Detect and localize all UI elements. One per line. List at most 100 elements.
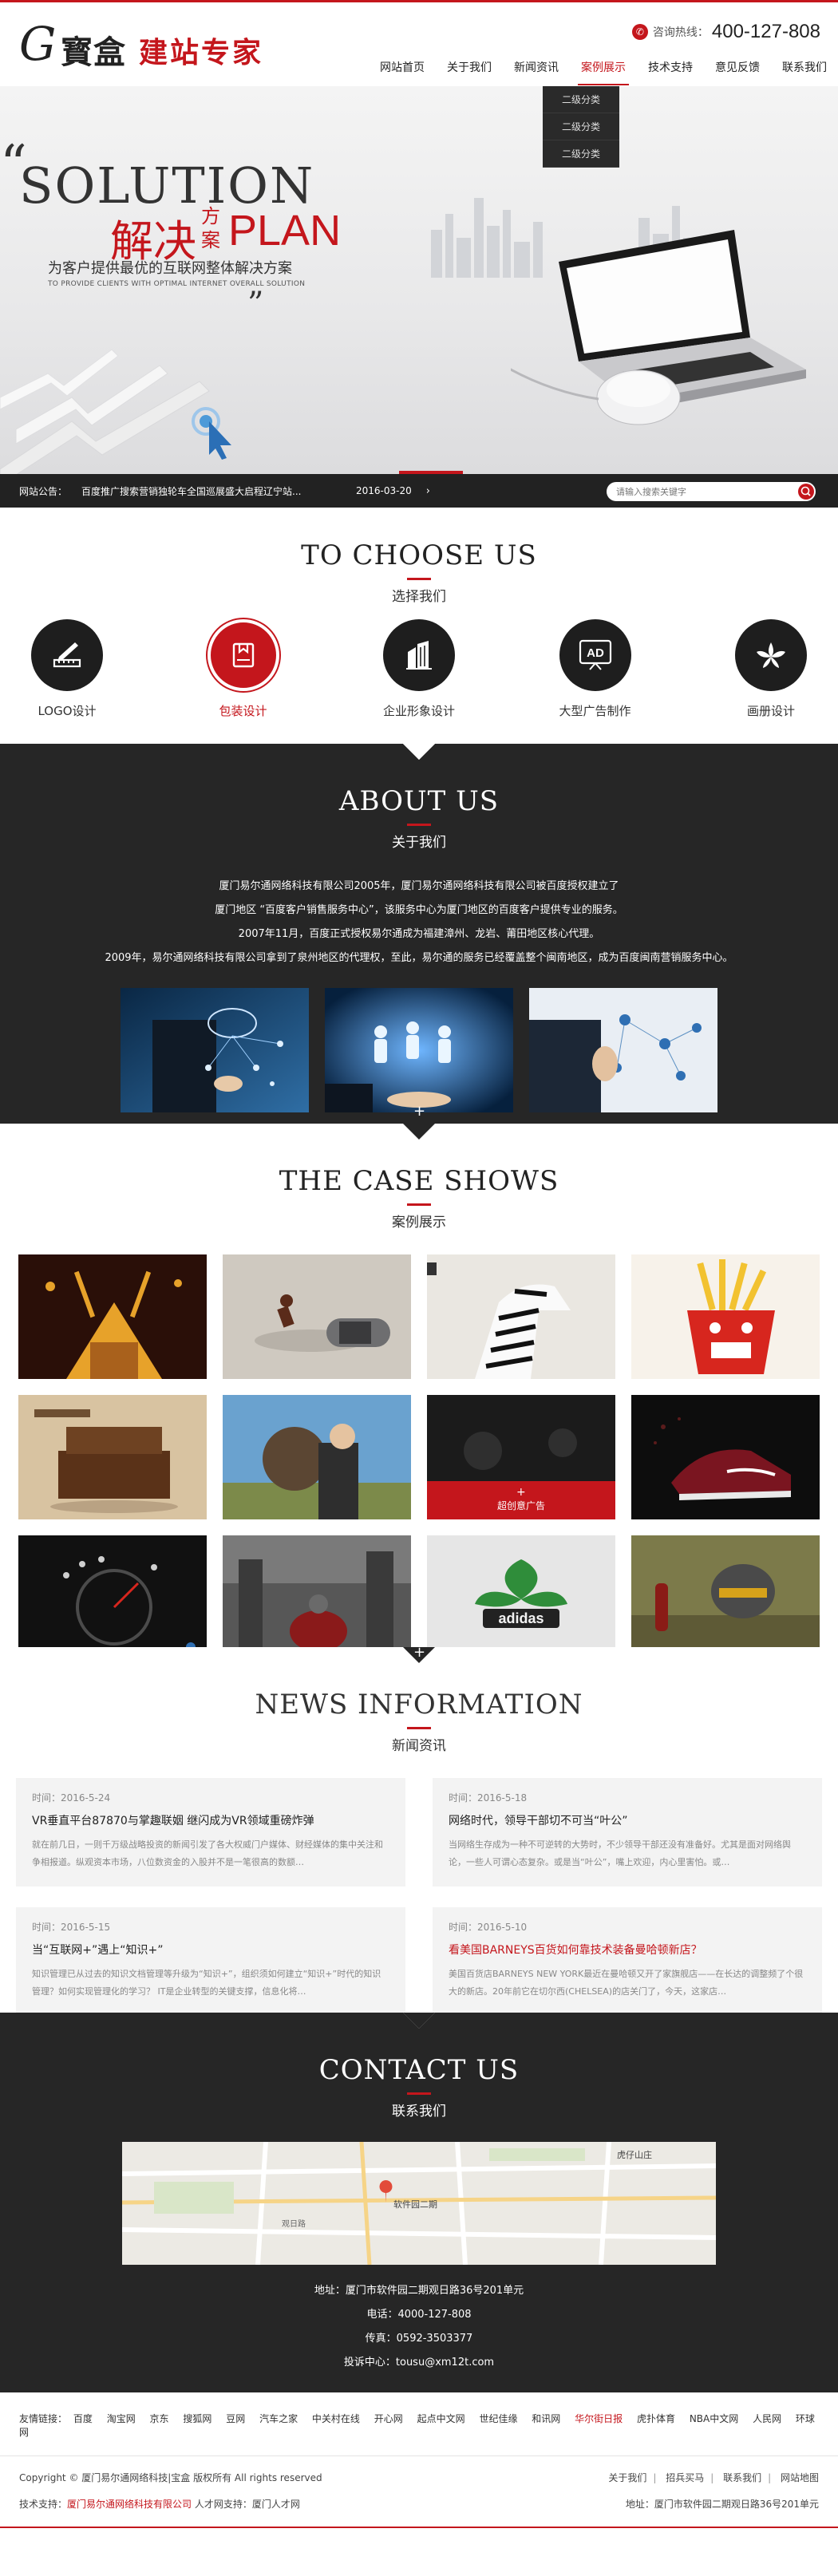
dropdown-item[interactable]: 二级分类: [543, 113, 619, 140]
case-item-coke-robot[interactable]: [631, 1535, 820, 1660]
case-item-nike-shoe[interactable]: [631, 1395, 820, 1519]
friend-link[interactable]: 和讯网: [532, 2413, 560, 2424]
notice-next-arrow-icon[interactable]: ›: [426, 485, 430, 497]
contact-address: 地址：厦门市软件园二期观日路36号201单元: [314, 2285, 524, 2297]
banner-subtitle: 为客户提供最优的互联网整体解决方案: [48, 260, 292, 277]
ruler-pencil-icon: [31, 619, 103, 691]
case-item-adidas-art[interactable]: adidas: [427, 1535, 615, 1660]
news-card[interactable]: 时间：2016-5-15 当“互联网+”遇上“知识+” 知识管理已从过去的知识文…: [16, 1907, 405, 2016]
nav-about[interactable]: 关于我们: [436, 53, 503, 82]
section-title-cn: 联系我们: [392, 2104, 446, 2120]
dropdown-item[interactable]: 二级分类: [543, 86, 619, 113]
case-item-camera-runner[interactable]: [223, 1254, 411, 1379]
news-title-link[interactable]: 当“互联网+”遇上“知识+”: [32, 1942, 389, 1958]
notice-date: 2016-03-20: [356, 485, 412, 496]
service-label: 大型广告制作: [559, 704, 631, 718]
logo-text-slogan: 建站专家: [139, 36, 264, 69]
nav-support[interactable]: 技术支持: [637, 53, 704, 82]
nav-home[interactable]: 网站首页: [369, 53, 436, 82]
map-label-road: 观日路: [282, 2218, 306, 2229]
friend-link[interactable]: 搜狐网: [183, 2413, 211, 2424]
service-item-packaging-design[interactable]: 包装设计: [205, 619, 282, 719]
friend-link[interactable]: 虎扑体育: [637, 2413, 675, 2424]
quote-close-mark: ”: [247, 286, 264, 322]
site-logo[interactable]: G 寳盒 建站专家: [19, 20, 267, 71]
case-hover-text: 超创意广告: [496, 1500, 545, 1511]
hotline: ✆ 咨询热线： 400-127-808: [631, 20, 820, 44]
map-label-softpark: 软件园二期: [393, 2199, 437, 2210]
friend-link[interactable]: 华尔街日报: [575, 2413, 623, 2424]
plus-icon: +: [516, 1486, 526, 1499]
banner-subtitle-en: TO PROVIDE CLIENTS WITH OPTIMAL INTERNET…: [48, 280, 306, 288]
about-section: ABOUT US 关于我们 厦门易尔通网络科技有限公司2005年，厦门易尔通网络…: [0, 744, 838, 1124]
news-time: 时间：2016-5-24: [32, 1792, 111, 1804]
about-image-touch-network: [529, 988, 717, 1112]
footer-nav-contact[interactable]: 联系我们: [723, 2472, 761, 2483]
nav-contact[interactable]: 联系我们: [771, 53, 838, 82]
ad-badge-icon: AD: [559, 619, 631, 691]
tech-support-link[interactable]: 厦门易尔通网络科技有限公司: [67, 2499, 192, 2510]
section-title-cn: 关于我们: [392, 835, 446, 851]
news-card[interactable]: 时间：2016-5-10 看美国BARNEYS百货如何靠技术装备曼哈顿新店？ 美…: [433, 1907, 822, 2016]
friend-link[interactable]: 淘宝网: [107, 2413, 136, 2424]
news-card[interactable]: 时间：2016-5-18 网络时代，领导干部切不可当“叶公” 当网络生存成为一种…: [433, 1778, 822, 1887]
title-underline: [407, 1727, 431, 1729]
hero-banner[interactable]: “ SOLUTION 解决 方案 PLAN 为客户提供最优的互联网整体解决方案 …: [0, 86, 838, 474]
section-title-en: NEWS INFORMATION: [255, 1689, 583, 1721]
talent-support: 人才网支持：厦门人才网: [194, 2499, 300, 2510]
contact-info: 地址：厦门市软件园二期观日路36号201单元 电话：4000-127-808 传…: [0, 2279, 838, 2375]
friend-link[interactable]: 百度: [73, 2413, 93, 2424]
service-item-brochure-design[interactable]: 画册设计: [733, 619, 809, 719]
case-hover-caption[interactable]: + 超创意广告: [427, 1481, 615, 1519]
friend-link[interactable]: 人民网: [753, 2413, 781, 2424]
nav-feedback[interactable]: 意见反馈: [704, 53, 771, 82]
friend-link[interactable]: 起点中文网: [417, 2413, 465, 2424]
friend-link[interactable]: 豆网: [226, 2413, 245, 2424]
friend-link[interactable]: NBA中文网: [690, 2413, 738, 2424]
dropdown-item[interactable]: 二级分类: [543, 140, 619, 168]
news-title-link[interactable]: VR垂直平台87870与掌趣联姻 继闪成为VR领域重磅炸弹: [32, 1812, 389, 1828]
footer-nav-jobs[interactable]: 招兵买马: [666, 2472, 704, 2483]
friend-link[interactable]: 世纪佳缘: [479, 2413, 517, 2424]
service-item-logo-design[interactable]: LOGO设计: [29, 619, 105, 719]
expand-plus-icon[interactable]: +: [413, 1104, 425, 1119]
friend-link[interactable]: 汽车之家: [259, 2413, 298, 2424]
section-title-en: THE CASE SHOWS: [279, 1165, 559, 1197]
expand-plus-icon[interactable]: +: [413, 1646, 425, 1660]
case-item-leather-box[interactable]: [18, 1395, 207, 1519]
news-card[interactable]: 时间：2016-5-24 VR垂直平台87870与掌趣联姻 继闪成为VR领域重磅…: [16, 1778, 405, 1887]
case-item-ad-highlight[interactable]: + 超创意广告: [427, 1395, 615, 1519]
cases-dropdown-menu: 二级分类 二级分类 二级分类: [543, 86, 619, 168]
news-time: 时间：2016-5-15: [32, 1922, 111, 1933]
section-title-cn: 新闻资讯: [392, 1738, 446, 1754]
case-item-golden-box[interactable]: [18, 1254, 207, 1379]
nav-cases[interactable]: 案例展示: [570, 53, 637, 85]
news-title-link[interactable]: 看美国BARNEYS百货如何靠技术装备曼哈顿新店？: [449, 1942, 806, 1958]
site-footer: Copyright © 厦门易尔通网络科技|宝盒 版权所有 All rights…: [0, 2456, 838, 2527]
footer-nav-sitemap[interactable]: 网站地图: [781, 2472, 819, 2483]
page: G 寳盒 建站专家 ✆ 咨询热线： 400-127-808 网站首页 关于我们 …: [0, 0, 838, 2528]
friend-link[interactable]: 中关村在线: [312, 2413, 360, 2424]
news-title-link[interactable]: 网络时代，领导干部切不可当“叶公”: [449, 1812, 806, 1828]
nav-news[interactable]: 新闻资讯: [503, 53, 570, 82]
case-item-hedgehog-man[interactable]: [223, 1395, 411, 1519]
service-item-large-ads[interactable]: AD 大型广告制作: [557, 619, 634, 719]
case-item-gauge-figures[interactable]: [18, 1535, 207, 1660]
contact-section: + CONTACT US 联系我们 软件园二期 观日路 虎仔山庄 地址：厦门市软…: [0, 2011, 838, 2392]
news-summary: 知识管理已从过去的知识文档管理等升级为“知识+”，组织须如何建立“知识+”时代的…: [32, 1969, 381, 1997]
location-map[interactable]: 软件园二期 观日路 虎仔山庄: [122, 2142, 716, 2265]
friend-link[interactable]: 开心网: [374, 2413, 403, 2424]
footer-nav-about[interactable]: 关于我们: [608, 2472, 646, 2483]
search-input[interactable]: [616, 484, 784, 499]
svg-text:adidas: adidas: [498, 1610, 544, 1626]
service-item-corporate-identity[interactable]: 企业形象设计: [381, 619, 457, 719]
case-item-zebra-hand[interactable]: [427, 1254, 615, 1379]
search-button[interactable]: [798, 484, 814, 500]
contact-email[interactable]: 投诉中心：tousu@xm12t.com: [0, 2351, 838, 2375]
news-time: 时间：2016-5-18: [449, 1792, 528, 1804]
notice-text-link[interactable]: 百度推广搜索营销独轮车全国巡展盛大启程辽宁站...: [81, 484, 329, 498]
logo-text-brand: 寳盒: [61, 34, 126, 71]
case-item-angry-fries[interactable]: [631, 1254, 820, 1379]
case-item-dark-fantasy[interactable]: [223, 1535, 411, 1660]
friend-link[interactable]: 京东: [150, 2413, 169, 2424]
